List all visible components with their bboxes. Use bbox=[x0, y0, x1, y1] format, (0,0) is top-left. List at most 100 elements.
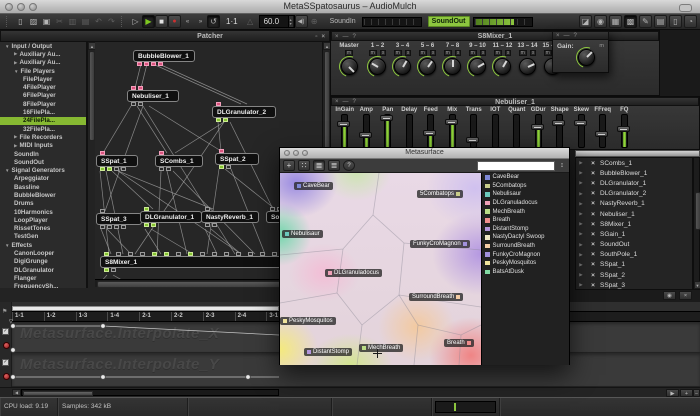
node-scombs-1[interactable]: SCombs_1 bbox=[155, 155, 203, 167]
port-green[interactable] bbox=[188, 252, 193, 256]
port-pink[interactable] bbox=[131, 86, 136, 90]
channel-knob[interactable] bbox=[494, 58, 511, 75]
tree-item-10harmonics[interactable]: 10Harmonics bbox=[0, 208, 86, 216]
window-titlebar[interactable]: MetaSSpatosaurus – AudioMulch bbox=[0, 0, 700, 14]
expander-icon[interactable]: ▶ bbox=[576, 211, 586, 217]
port-dark[interactable] bbox=[212, 252, 217, 256]
port-dark[interactable] bbox=[131, 102, 136, 106]
expander-icon[interactable]: ▶ bbox=[576, 201, 586, 207]
port-green[interactable] bbox=[144, 223, 149, 227]
bypass-icon[interactable]: × bbox=[586, 170, 600, 177]
dock-item-dlgranulator-1[interactable]: ▶×DLGranulator_1 bbox=[576, 178, 692, 188]
expander-icon[interactable]: ▶ bbox=[576, 262, 586, 268]
toggle-console-icon[interactable]: ◉ bbox=[594, 15, 607, 28]
snapshot-pill-5combatops[interactable]: 5Combatops bbox=[417, 190, 463, 198]
snapshot-search-input[interactable] bbox=[477, 161, 555, 171]
channel-knob[interactable] bbox=[369, 58, 386, 75]
slider-track[interactable] bbox=[513, 114, 520, 148]
slider-track[interactable] bbox=[363, 114, 370, 148]
snapshot-item-funkycromagnon[interactable]: FunkyCroMagnon bbox=[482, 250, 569, 259]
soundin-label[interactable]: SoundIn bbox=[327, 17, 359, 26]
channel-knob[interactable] bbox=[469, 58, 486, 75]
dock-item-sgain-1[interactable]: ▶×SGain_1 bbox=[576, 229, 692, 239]
gain-mute-button[interactable]: m bbox=[599, 43, 604, 49]
slider-track[interactable] bbox=[535, 114, 542, 148]
channel-knob[interactable] bbox=[341, 58, 358, 75]
tree-item-digigrunge[interactable]: DigiGrunge bbox=[0, 258, 86, 266]
randomize-button[interactable]: ∷ bbox=[298, 160, 310, 171]
snapshot-pill-distantstomp[interactable]: DistantStomp bbox=[304, 348, 352, 356]
gain-panel-header[interactable]: ×—? bbox=[552, 31, 609, 40]
sort-icon[interactable]: ↕ bbox=[558, 162, 566, 169]
metasurface-titlebar[interactable]: Metasurface bbox=[280, 148, 569, 159]
bypass-icon[interactable]: × bbox=[586, 221, 600, 228]
port-green[interactable] bbox=[144, 207, 149, 211]
tree-item-arpeggiator[interactable]: Arpeggiator bbox=[0, 175, 86, 183]
node-sspat-2[interactable]: SSpat_2 bbox=[215, 153, 259, 165]
port-green[interactable] bbox=[164, 252, 169, 256]
expander-icon[interactable]: ▼ bbox=[5, 243, 9, 248]
close-panel-icon[interactable]: × bbox=[335, 98, 339, 107]
tree-item-bubbleblower[interactable]: BubbleBlower bbox=[0, 191, 86, 199]
snapshot-item-nebulisaur[interactable]: Nebulisaur bbox=[482, 190, 569, 199]
port-dark[interactable] bbox=[140, 252, 145, 256]
port-dark[interactable] bbox=[205, 223, 210, 227]
slider-track[interactable] bbox=[556, 114, 563, 148]
bypass-icon[interactable]: × bbox=[586, 211, 600, 218]
dock-item-s8mixer-1[interactable]: ▶×S8Mixer_1 bbox=[576, 219, 692, 229]
port-green[interactable] bbox=[104, 252, 109, 256]
collapse-panel-icon[interactable]: — bbox=[343, 98, 349, 107]
tree-item-testgen[interactable]: TestGen bbox=[0, 233, 86, 241]
port-pink[interactable] bbox=[144, 62, 149, 66]
port-pink[interactable] bbox=[216, 102, 221, 106]
node-nastyreverb-1[interactable]: NastyReverb_1 bbox=[201, 211, 259, 223]
dock-item-sspat-2[interactable]: ▶×SSpat_2 bbox=[576, 270, 692, 280]
tree-item-midi-inputs[interactable]: ▶MIDI Inputs bbox=[0, 142, 86, 150]
toggle-patcher-icon[interactable]: ◪ bbox=[579, 15, 592, 28]
follow-playback-button[interactable]: ▶ bbox=[666, 389, 679, 397]
solo-button[interactable]: s bbox=[380, 50, 387, 56]
toolbar-toggle-lozenge[interactable] bbox=[679, 4, 692, 12]
port-dark[interactable] bbox=[121, 225, 126, 229]
port-dark[interactable] bbox=[166, 167, 171, 171]
slider-track[interactable] bbox=[470, 114, 477, 148]
solo-button[interactable]: s bbox=[480, 50, 487, 56]
tree-item-file-players[interactable]: ▼File Players bbox=[0, 67, 86, 75]
slider-handle[interactable] bbox=[466, 137, 479, 143]
expander-icon[interactable]: ▶ bbox=[576, 191, 586, 197]
bypass-icon[interactable]: × bbox=[586, 160, 600, 167]
expander-icon[interactable]: ▶ bbox=[576, 282, 586, 288]
slider-track[interactable] bbox=[578, 114, 585, 148]
soundout-label[interactable]: SoundOut bbox=[428, 16, 470, 27]
slider-handle[interactable] bbox=[617, 126, 630, 132]
expander-icon[interactable]: ▶ bbox=[576, 180, 586, 186]
port-dark[interactable] bbox=[200, 252, 205, 256]
tree-item-fileplayer[interactable]: FilePlayer bbox=[0, 75, 86, 83]
port-pink[interactable] bbox=[137, 62, 142, 66]
port-green[interactable] bbox=[100, 167, 105, 171]
tree-item-16filepla[interactable]: 16FilePla... bbox=[0, 108, 86, 116]
snapshot-item-nastydactyl-swoop[interactable]: NastyDactyl Swoop bbox=[482, 233, 569, 242]
port-dark[interactable] bbox=[226, 165, 231, 169]
snapshot-item-surroundbreath[interactable]: SurroundBreath bbox=[482, 242, 569, 251]
expander-icon[interactable]: ▼ bbox=[14, 69, 18, 74]
bypass-icon[interactable]: × bbox=[586, 282, 600, 289]
record-button[interactable]: ● bbox=[168, 15, 181, 28]
port-pink[interactable] bbox=[159, 151, 164, 155]
dock-scroll-handle[interactable] bbox=[695, 192, 700, 230]
play-from-start-button[interactable]: ▷ bbox=[129, 15, 142, 28]
slider-handle[interactable] bbox=[380, 115, 393, 121]
copy-button[interactable]: ▥ bbox=[66, 15, 79, 28]
loop-button[interactable]: ↺ bbox=[207, 15, 220, 28]
bypass-icon[interactable]: × bbox=[586, 241, 600, 248]
port-dark[interactable] bbox=[212, 223, 217, 227]
snapshot-pill-nebulisaur[interactable]: Nebulisaur bbox=[282, 230, 323, 238]
patcher-panel-header[interactable]: Patcher ▫× bbox=[0, 30, 330, 42]
tempo-value[interactable]: 60.0 bbox=[264, 17, 288, 26]
dock-item-bubbleblower-1[interactable]: ▶×BubbleBlower_1 bbox=[576, 168, 692, 178]
slider-track[interactable] bbox=[449, 114, 456, 148]
help-button[interactable]: ? bbox=[343, 160, 355, 171]
expander-icon[interactable]: ▶ bbox=[576, 160, 586, 166]
snapshot-pill-breath[interactable]: Breath bbox=[444, 339, 474, 347]
tree-item-32filepla[interactable]: 32FilePla... bbox=[0, 125, 86, 133]
